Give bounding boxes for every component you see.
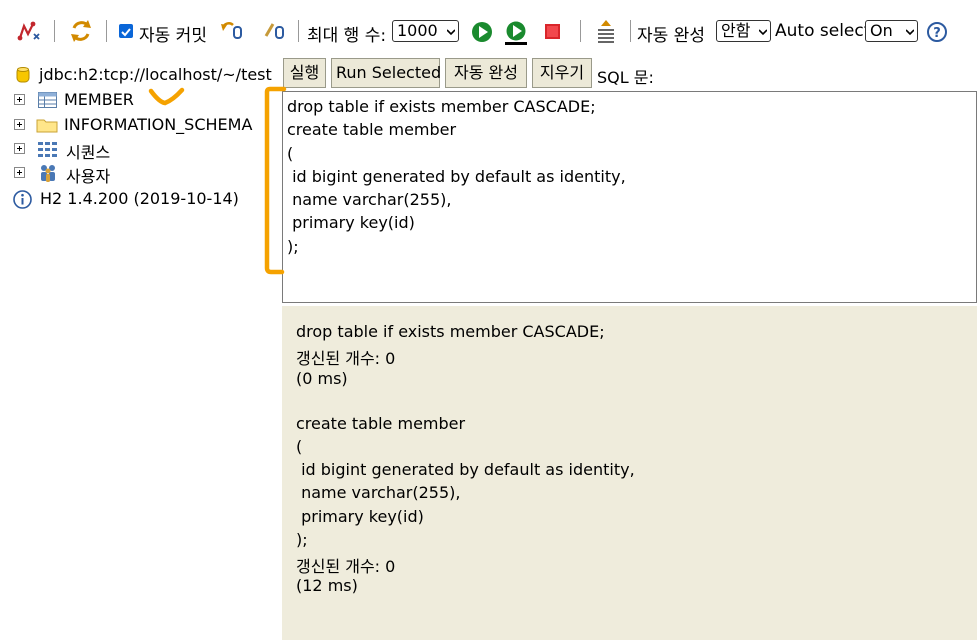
expand-icon[interactable] xyxy=(14,94,25,105)
toolbar-separator xyxy=(106,20,107,42)
result-line: drop table if exists member CASCADE; xyxy=(296,322,605,341)
toolbar-separator xyxy=(298,20,299,42)
result-line: (12 ms) xyxy=(296,576,358,595)
result-line: 갱신된 개수: 0 xyxy=(296,349,396,368)
run-icon[interactable] xyxy=(468,16,498,46)
autocomplete-value: 안함 xyxy=(721,21,751,40)
history-icon[interactable] xyxy=(592,16,622,46)
disconnect-icon[interactable] xyxy=(14,16,44,46)
run-selected-icon[interactable] xyxy=(502,16,532,46)
expand-icon[interactable] xyxy=(14,143,25,154)
table-icon xyxy=(38,92,57,108)
editor-line: drop table if exists member CASCADE; xyxy=(287,97,596,116)
result-line: (0 ms) xyxy=(296,369,348,388)
editor-line: ); xyxy=(287,236,299,256)
toolbar-separator xyxy=(630,20,631,42)
auto-select-select[interactable]: On xyxy=(865,20,918,42)
result-panel: drop table if exists member CASCADE; 갱신된… xyxy=(282,306,977,640)
max-rows-select[interactable]: 1000 xyxy=(392,20,459,42)
toolbar: 자동 커밋 최대 행 수: 1000 자동 완성 안함 Auto select … xyxy=(0,0,977,60)
auto-select-value: On xyxy=(870,21,893,40)
tree-item-label: INFORMATION_SCHEMA xyxy=(64,115,253,134)
run-selected-button[interactable]: Run Selected xyxy=(331,58,441,88)
autocomplete-button[interactable]: 자동 완성 xyxy=(445,58,527,88)
auto-commit-label[interactable]: 자동 커밋 xyxy=(139,21,207,46)
expand-icon[interactable] xyxy=(14,167,25,178)
tree-connection-label: jdbc:h2:tcp://localhost/~/test xyxy=(39,65,272,84)
svg-text:?: ? xyxy=(933,26,941,41)
commit-icon[interactable] xyxy=(261,16,291,46)
autocomplete-label: 자동 완성 xyxy=(637,26,705,46)
rollback-icon[interactable] xyxy=(218,16,248,46)
tree-item-label: MEMBER xyxy=(64,90,134,109)
editor-line: ( xyxy=(287,143,294,163)
run-button[interactable]: 실행 xyxy=(283,58,326,88)
editor-line: id bigint generated by default as identi… xyxy=(287,166,626,186)
result-line: primary key(id) xyxy=(296,507,424,526)
tree-item-label: 시퀀스 xyxy=(66,143,111,162)
clear-button[interactable]: 지우기 xyxy=(532,58,592,88)
chevron-down-icon xyxy=(447,29,455,36)
version-label: H2 1.4.200 (2019-10-14) xyxy=(40,189,239,208)
chevron-down-icon xyxy=(906,29,914,36)
chevron-down-icon xyxy=(759,29,767,36)
max-rows-label: 최대 행 수: xyxy=(307,26,387,46)
result-line: 갱신된 개수: 0 xyxy=(296,557,396,576)
result-line: ( xyxy=(296,437,303,456)
result-line: create table member xyxy=(296,414,466,433)
sequence-icon xyxy=(38,142,57,157)
result-line: name varchar(255), xyxy=(296,483,461,502)
auto-commit-checkbox[interactable] xyxy=(119,24,133,38)
refresh-icon[interactable] xyxy=(66,16,96,46)
editor-line: primary key(id) xyxy=(287,213,415,233)
toolbar-separator xyxy=(580,20,581,42)
expand-icon[interactable] xyxy=(14,119,25,130)
help-icon[interactable]: ? xyxy=(924,16,954,46)
editor-line: create table member xyxy=(287,120,457,140)
auto-select-label: Auto select xyxy=(775,21,871,41)
max-rows-value: 1000 xyxy=(397,21,438,40)
info-icon xyxy=(13,190,32,209)
sql-statement-label: SQL 문: xyxy=(597,68,654,87)
editor-line: name varchar(255), xyxy=(287,190,452,210)
users-icon xyxy=(41,165,55,182)
annotation-checkmark xyxy=(148,87,185,106)
tree-item-label: 사용자 xyxy=(66,167,111,186)
database-icon xyxy=(16,67,30,83)
annotation-bracket xyxy=(264,86,287,275)
object-tree: jdbc:h2:tcp://localhost/~/test MEMBER IN… xyxy=(0,60,280,640)
toolbar-separator xyxy=(54,20,55,42)
result-line: ); xyxy=(296,530,308,549)
sql-editor[interactable]: drop table if exists member CASCADE; cre… xyxy=(282,91,977,303)
folder-icon xyxy=(36,119,58,133)
result-line: id bigint generated by default as identi… xyxy=(296,460,635,479)
stop-icon[interactable] xyxy=(539,16,569,46)
autocomplete-select[interactable]: 안함 xyxy=(716,20,771,42)
